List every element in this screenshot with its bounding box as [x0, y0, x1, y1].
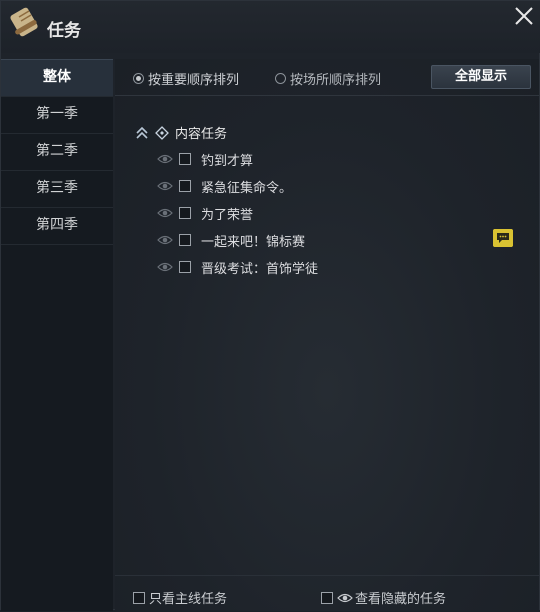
- quest-checkbox[interactable]: [179, 234, 191, 246]
- quest-item: 钓到才算: [157, 149, 513, 169]
- main-quest-only-label: 只看主线任务: [149, 592, 228, 607]
- show-hidden-quests-toggle[interactable]: 查看隐藏的任务: [321, 588, 446, 607]
- window-title: 任务: [47, 21, 81, 41]
- eye-icon[interactable]: [157, 207, 173, 219]
- chat-bubble-icon[interactable]: [493, 229, 513, 247]
- show-all-button[interactable]: 全部显示: [431, 65, 531, 89]
- quest-item: 一起来吧！锦标赛: [157, 229, 513, 250]
- radio-dot: [133, 73, 144, 84]
- sort-bar: 按重要顺序排列 按场所顺序排列 全部显示: [115, 59, 539, 96]
- show-hidden-checkbox[interactable]: [321, 591, 333, 604]
- eye-icon: [337, 593, 353, 602]
- eye-icon[interactable]: [157, 234, 173, 246]
- quest-checkbox[interactable]: [179, 261, 191, 273]
- filter-bar: 只看主线任务 查看隐藏的任务: [115, 575, 539, 612]
- quest-checkbox[interactable]: [179, 153, 191, 165]
- quest-item: 晋级考试：首饰学徒: [157, 257, 513, 277]
- sort-by-importance-label: 按重要顺序排列: [148, 73, 240, 88]
- radio-dot: [275, 73, 286, 84]
- sort-by-importance-radio[interactable]: 按重要顺序排列: [133, 69, 239, 88]
- eye-icon[interactable]: [157, 180, 173, 192]
- quest-checkbox[interactable]: [179, 180, 191, 192]
- sort-by-location-label: 按场所顺序排列: [290, 73, 382, 88]
- quest-window: 任务 整体 第一季 第二季 第三季 第四季 按重要顺序排列 按场所顺序排列 全部…: [0, 0, 540, 611]
- main-quest-only-toggle[interactable]: 只看主线任务: [133, 588, 227, 607]
- tab-season-4[interactable]: 第四季: [1, 208, 113, 245]
- quest-label[interactable]: 晋级考试：首饰学徒: [201, 258, 318, 277]
- quest-item: 紧急征集命令。: [157, 176, 513, 196]
- quest-item: 为了荣誉: [157, 203, 513, 223]
- diamond-icon: [155, 125, 169, 140]
- title-bar: 任务: [1, 1, 540, 53]
- collapse-icon[interactable]: [135, 126, 149, 140]
- show-hidden-label: 查看隐藏的任务: [355, 592, 447, 607]
- quest-label[interactable]: 紧急征集命令。: [201, 177, 292, 196]
- quest-label[interactable]: 钓到才算: [201, 150, 253, 169]
- tab-season-3[interactable]: 第三季: [1, 171, 113, 208]
- close-icon[interactable]: [511, 3, 537, 29]
- quest-label[interactable]: 一起来吧！锦标赛: [201, 231, 305, 250]
- tab-overall[interactable]: 整体: [1, 59, 113, 97]
- tab-season-2[interactable]: 第二季: [1, 134, 113, 171]
- tab-season-1[interactable]: 第一季: [1, 97, 113, 134]
- sort-by-location-radio[interactable]: 按场所顺序排列: [275, 69, 381, 88]
- quest-checkbox[interactable]: [179, 207, 191, 219]
- eye-icon[interactable]: [157, 153, 173, 165]
- eye-icon[interactable]: [157, 261, 173, 273]
- quest-category: 内容任务: [135, 123, 227, 142]
- season-sidebar: 整体 第一季 第二季 第三季 第四季: [1, 59, 113, 611]
- category-label: 内容任务: [175, 127, 228, 142]
- quest-panel: 按重要顺序排列 按场所顺序排列 全部显示 内容任务 钓到才算 紧急征集命令。 为…: [115, 59, 539, 611]
- main-quest-only-checkbox[interactable]: [133, 591, 145, 604]
- scroll-icon: [10, 7, 38, 37]
- quest-label[interactable]: 为了荣誉: [201, 204, 253, 223]
